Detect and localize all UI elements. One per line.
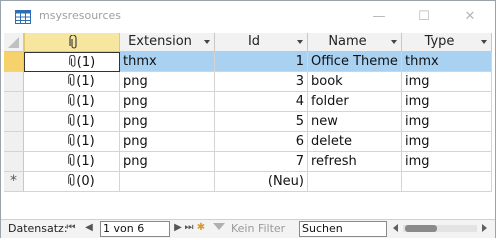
close-button[interactable]: ✕: [458, 7, 482, 27]
select-all-triangle-icon: [8, 37, 19, 48]
name-cell[interactable]: new: [308, 112, 402, 132]
record-position-field[interactable]: 1 von 6: [100, 221, 170, 237]
attachment-count: (1): [76, 114, 95, 129]
attachment-count: (1): [76, 94, 95, 109]
column-header-extension[interactable]: Extension: [120, 33, 215, 52]
name-cell[interactable]: [308, 172, 402, 192]
id-cell[interactable]: (Neu): [215, 172, 308, 192]
scroll-thumb[interactable]: [405, 225, 437, 232]
record-navigation-bar: Datensatz: ⏮ ◀ 1 von 6 ▶ ⏭ ✱ Kein Filter…: [1, 219, 495, 238]
type-cell[interactable]: img: [402, 132, 492, 152]
name-cell[interactable]: refresh: [308, 152, 402, 172]
column-header-attachments[interactable]: [24, 33, 120, 52]
table-row[interactable]: (1) thmx 1 Office Theme thmx: [4, 52, 492, 72]
new-record-selector[interactable]: *: [4, 172, 24, 192]
attachment-count: (1): [76, 55, 96, 70]
table-row[interactable]: (1) png 6 delete img: [4, 132, 492, 152]
window-title: msysresources: [39, 9, 121, 22]
title-bar: msysresources — ☐ ✕: [1, 1, 495, 33]
extension-cell[interactable]: [120, 172, 215, 192]
column-header-id[interactable]: Id: [215, 33, 308, 52]
record-selector[interactable]: [4, 72, 24, 92]
table-icon: [15, 10, 31, 24]
record-selector[interactable]: [4, 152, 24, 172]
id-cell[interactable]: 5: [215, 112, 308, 132]
id-cell[interactable]: 6: [215, 132, 308, 152]
paperclip-icon: [69, 35, 77, 49]
horizontal-scrollbar[interactable]: [393, 223, 487, 235]
id-cell[interactable]: 3: [215, 72, 308, 92]
scroll-right-icon[interactable]: [482, 224, 487, 232]
type-cell[interactable]: thmx: [402, 52, 492, 72]
paperclip-icon: [68, 53, 77, 71]
id-cell[interactable]: 1: [215, 52, 308, 72]
column-header-label: Type: [424, 34, 455, 49]
attachment-cell[interactable]: (0): [24, 172, 120, 192]
first-record-icon[interactable]: ⏮: [65, 222, 77, 233]
attachment-cell[interactable]: (1): [24, 132, 120, 152]
extension-cell[interactable]: png: [120, 112, 215, 132]
select-all-corner[interactable]: [4, 33, 24, 52]
extension-cell[interactable]: thmx: [120, 52, 215, 72]
last-record-icon[interactable]: ⏭: [183, 222, 195, 233]
new-record-icon[interactable]: ✱: [195, 222, 207, 233]
new-record-row[interactable]: * (0) (Neu): [4, 172, 492, 192]
column-header-label: Name: [328, 34, 367, 49]
table-row[interactable]: (1) png 3 book img: [4, 72, 492, 92]
name-cell[interactable]: book: [308, 72, 402, 92]
column-header-label: Id: [247, 34, 261, 49]
type-cell[interactable]: img: [402, 92, 492, 112]
record-selector[interactable]: [4, 92, 24, 112]
attachment-cell[interactable]: (1): [24, 112, 120, 132]
scroll-track[interactable]: [403, 225, 477, 232]
minimize-button[interactable]: —: [367, 7, 391, 27]
id-cell[interactable]: 4: [215, 92, 308, 112]
extension-cell[interactable]: png: [120, 152, 215, 172]
name-cell[interactable]: Office Theme: [308, 52, 402, 72]
type-cell[interactable]: img: [402, 112, 492, 132]
scroll-left-icon[interactable]: [393, 224, 398, 232]
datasheet-window: msysresources — ☐ ✕ Extension Id Name Ty…: [0, 0, 496, 238]
column-header-label: Extension: [128, 34, 192, 49]
attachment-cell[interactable]: (1): [24, 72, 120, 92]
datasheet-grid: Extension Id Name Type (1) thmx 1 Office…: [4, 33, 492, 196]
name-cell[interactable]: delete: [308, 132, 402, 152]
maximize-button[interactable]: ☐: [412, 7, 436, 27]
attachment-count: (1): [76, 74, 95, 89]
table-row[interactable]: (1) png 4 folder img: [4, 92, 492, 112]
record-label: Datensatz:: [8, 222, 68, 235]
previous-record-icon[interactable]: ◀: [83, 222, 95, 233]
type-cell[interactable]: img: [402, 72, 492, 92]
name-cell[interactable]: folder: [308, 92, 402, 112]
chevron-down-icon[interactable]: [204, 40, 210, 44]
id-cell[interactable]: 7: [215, 152, 308, 172]
search-input[interactable]: Suchen: [299, 221, 387, 237]
attachment-cell[interactable]: (1): [24, 52, 120, 72]
chevron-down-icon[interactable]: [297, 40, 303, 44]
record-selector[interactable]: [4, 52, 24, 72]
record-selector[interactable]: [4, 112, 24, 132]
filter-icon: [213, 223, 225, 230]
table-row[interactable]: (1) png 5 new img: [4, 112, 492, 132]
chevron-down-icon[interactable]: [481, 40, 487, 44]
attachment-cell[interactable]: (1): [24, 152, 120, 172]
filter-status-button[interactable]: Kein Filter: [231, 222, 285, 235]
table-row[interactable]: (1) png 7 refresh img: [4, 152, 492, 172]
attachment-count: (1): [76, 154, 95, 169]
chevron-down-icon[interactable]: [391, 40, 397, 44]
attachment-cell[interactable]: (1): [24, 92, 120, 112]
extension-cell[interactable]: png: [120, 92, 215, 112]
attachment-count: (0): [76, 174, 95, 189]
type-cell[interactable]: [402, 172, 492, 192]
extension-cell[interactable]: png: [120, 72, 215, 92]
extension-cell[interactable]: png: [120, 132, 215, 152]
attachment-count: (1): [76, 134, 95, 149]
column-header-type[interactable]: Type: [402, 33, 492, 52]
record-selector[interactable]: [4, 132, 24, 152]
type-cell[interactable]: img: [402, 152, 492, 172]
column-header-name[interactable]: Name: [308, 33, 402, 52]
